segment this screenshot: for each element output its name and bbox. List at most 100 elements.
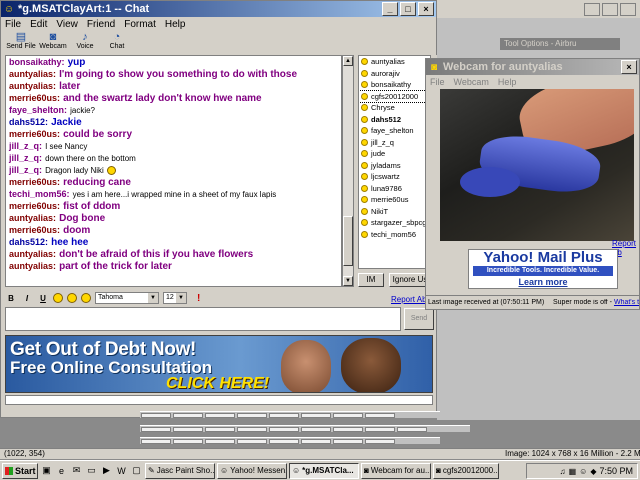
folder-icon[interactable]: ▭ [85,464,98,477]
bold-button[interactable]: B [5,294,17,303]
menu-view[interactable]: View [56,19,78,30]
menu-file[interactable]: File [5,19,21,30]
user-list-item[interactable]: faye_shelton [359,125,430,137]
chat-message-nick[interactable]: auntyalias: [9,69,56,79]
scroll-up-icon[interactable]: ▲ [343,56,353,66]
ad-cta[interactable]: CLICK HERE! [166,375,269,392]
chat-button[interactable]: ◔ Chat [101,31,133,50]
chat-message-nick[interactable]: techi_mom56: [9,189,70,199]
user-list-item[interactable]: merrie60us [359,194,430,206]
chat-message-nick[interactable]: jill_z_q: [9,165,42,175]
menu-friend[interactable]: Friend [87,19,115,30]
maximize-icon[interactable] [602,3,618,16]
word-icon[interactable]: W [115,464,128,477]
user-list-item[interactable]: bonsaikathy [359,79,430,91]
emoticons-icon[interactable] [81,293,91,303]
webcam-window-titlebar[interactable]: ◙ Webcam for auntyalias × [426,59,639,75]
task-paint-shop[interactable]: ✎ Jasc Paint Sho... [145,462,215,479]
smiley-icon[interactable] [67,293,77,303]
chat-message-nick[interactable]: jill_z_q: [9,141,42,151]
user-list-item[interactable]: jill_z_q [359,137,430,149]
webcam-button[interactable]: ◙ Webcam [37,31,69,50]
chat-message-nick[interactable]: merrie60us: [9,129,60,139]
minimize-icon[interactable] [584,3,600,16]
chat-message-nick[interactable]: bonsaikathy: [9,57,65,67]
user-list-item[interactable]: cgfs20012000 [359,89,430,103]
user-name: techi_mom56 [371,229,417,239]
chat-message-nick[interactable]: merrie60us: [9,177,60,187]
italic-button[interactable]: I [21,294,33,303]
internet-explorer-icon[interactable]: e [55,464,68,477]
outlook-icon[interactable]: ✉ [70,464,83,477]
user-list-item[interactable]: jude [359,148,430,160]
task-webcam[interactable]: ◙ Webcam for au... [361,462,431,479]
desktop-icon[interactable]: ▣ [40,464,53,477]
chat-message-nick[interactable]: merrie60us: [9,93,60,103]
send-file-button[interactable]: ▤ Send File [5,31,37,50]
minimize-button[interactable]: _ [382,2,398,16]
scroll-thumb[interactable] [343,216,353,266]
chat-log[interactable]: bonsaikathy: yup auntyalias: I'm going to… [5,55,342,287]
user-list-item[interactable]: dahs512 [359,114,430,126]
close-icon[interactable] [620,3,636,16]
chat-message-nick[interactable]: merrie60us: [9,201,60,211]
chat-message-nick[interactable]: dahs512: [9,117,48,127]
chat-message-nick[interactable]: auntyalias: [9,213,56,223]
voice-button[interactable]: ♪ Voice [69,31,101,50]
menu-format[interactable]: Format [124,19,156,30]
start-button[interactable]: Start [2,462,38,479]
font-size-select[interactable]: 12 ▼ [163,292,187,304]
task-cgfs[interactable]: ◙ cgfs20012000... [433,462,499,479]
user-status-icon [361,207,368,215]
menu-edit[interactable]: Edit [30,19,47,30]
scroll-down-icon[interactable]: ▼ [343,276,353,286]
yahoo-ad-learn-more[interactable]: Learn more [469,276,617,288]
user-list-item[interactable]: techi_mom56 [359,229,430,241]
user-list-item[interactable]: stargazer_sbpcg [359,217,430,229]
user-list-item[interactable]: ljcswartz [359,171,430,183]
chat-message-nick[interactable]: faye_shelton: [9,105,67,115]
user-list-item[interactable]: jyladams [359,160,430,172]
debt-ad-banner[interactable]: Get Out of Debt Now! Free Online Consult… [5,335,433,393]
message-input[interactable] [5,307,401,331]
room-user-list[interactable]: auntyalias aurorajiv bonsaikathy cgfs200120… [358,55,431,269]
user-list-item[interactable]: Chryse [359,102,430,114]
user-list-item[interactable]: aurorajiv [359,68,430,80]
chat-message-nick[interactable]: dahs512: [9,237,48,247]
window-icon[interactable]: ▢ [130,464,143,477]
buzz-icon[interactable]: ! [197,293,200,304]
user-list-item[interactable]: auntyalias [359,56,430,68]
task-yahoo-messenger[interactable]: ☺ Yahoo! Messen... [217,462,287,479]
underline-button[interactable]: U [37,294,49,303]
chat-message-nick[interactable]: auntyalias: [9,249,56,259]
user-list-item[interactable]: luna9786 [359,183,430,195]
volume-icon[interactable]: ♫ [560,467,566,476]
menu-help[interactable]: Help [165,19,186,30]
im-button[interactable]: IM [358,273,384,287]
close-button[interactable]: × [621,60,637,74]
chat-log-scrollbar[interactable]: ▲ ▼ [342,55,354,287]
font-select-value: Tahoma [98,294,123,301]
font-select[interactable]: Tahoma ▼ [95,292,159,304]
network-icon[interactable]: ▦ [569,467,577,476]
send-button[interactable]: Send [404,308,434,330]
close-button[interactable]: × [418,2,434,16]
user-list-item[interactable]: NikiT [359,206,430,218]
security-icon[interactable]: ◆ [590,467,596,476]
chat-message-nick[interactable]: auntyalias: [9,81,56,91]
text-color-icon[interactable] [53,293,63,303]
chat-message-nick[interactable]: auntyalias: [9,261,56,271]
menu-file[interactable]: File [430,77,445,87]
menu-webcam[interactable]: Webcam [454,77,489,87]
yahoo-mail-ad[interactable]: Yahoo! Mail Plus Incredible Tools. Incre… [468,249,618,289]
messenger-tray-icon[interactable]: ☺ [579,467,587,476]
chat-window-titlebar[interactable]: ☺ *g.MSATClayArt:1 -- Chat _ □ × [1,1,436,17]
maximize-button[interactable]: □ [400,2,416,16]
chat-message-nick[interactable]: merrie60us: [9,225,60,235]
whats-this-link[interactable]: What's t [614,299,639,306]
tool-options-palette-title[interactable]: Tool Options - Airbru [500,38,620,50]
menu-help[interactable]: Help [498,77,517,87]
task-chat[interactable]: ☺ *g.MSATCla... [289,462,359,479]
chat-message-nick[interactable]: jill_z_q: [9,153,42,163]
media-icon[interactable]: ▶ [100,464,113,477]
